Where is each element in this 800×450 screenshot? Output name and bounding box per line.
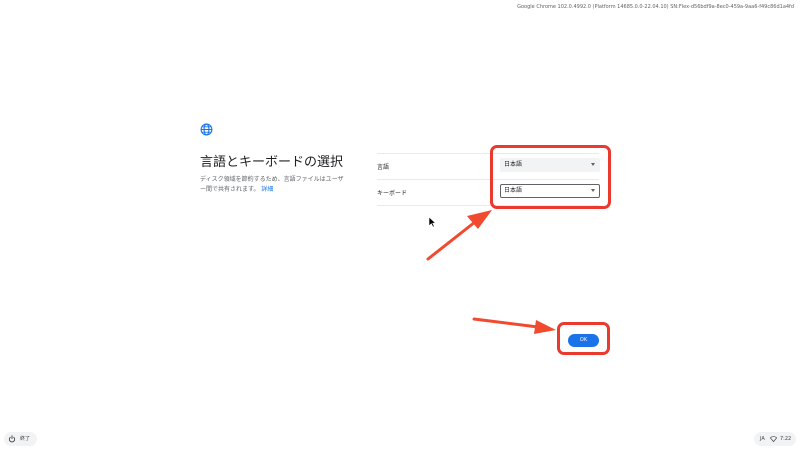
ime-indicator: JA xyxy=(760,436,765,442)
keyboard-label: キーボード xyxy=(377,190,408,197)
version-info: Google Chrome 102.0.4992.0 (Platform 146… xyxy=(517,4,794,10)
shutdown-label: 終了 xyxy=(20,436,31,442)
mouse-cursor-icon xyxy=(428,216,437,228)
details-link[interactable]: 詳細 xyxy=(261,186,273,193)
status-tray[interactable]: JA 7:22 xyxy=(754,432,796,446)
select-highlight-box xyxy=(490,145,611,209)
wifi-icon xyxy=(770,436,777,442)
arrow-to-select-head xyxy=(467,210,492,229)
shutdown-button[interactable]: 終了 xyxy=(4,432,37,446)
language-label: 言語 xyxy=(377,164,390,171)
ok-highlight-box xyxy=(557,322,610,355)
description: ディスク領域を節約するため、言語ファイルはユーザー間で共有されます。 詳細 xyxy=(200,175,345,195)
globe-icon xyxy=(200,123,213,136)
power-icon xyxy=(8,435,16,443)
arrow-to-ok-head xyxy=(534,320,556,334)
page-title: 言語とキーボードの選択 xyxy=(200,155,344,170)
arrow-to-select-shaft xyxy=(426,220,477,261)
arrow-to-ok-shaft xyxy=(472,317,540,329)
clock: 7:22 xyxy=(780,436,792,442)
annotation-overlay xyxy=(426,210,556,334)
